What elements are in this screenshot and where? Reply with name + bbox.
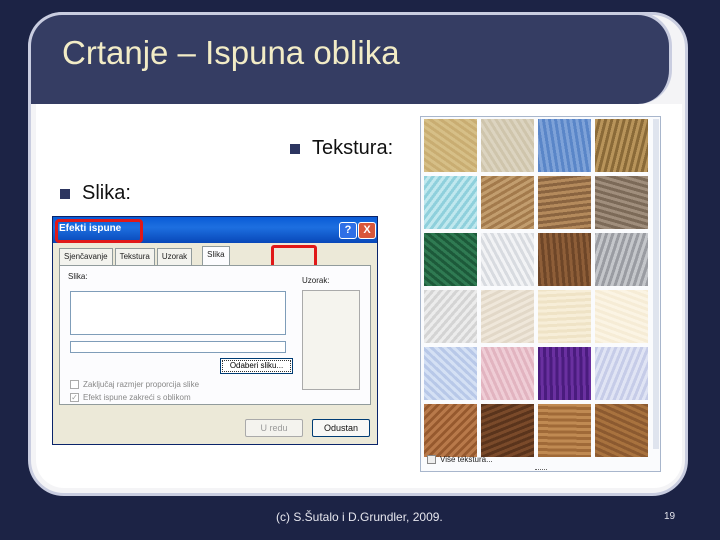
texture-swatch[interactable] [481,233,534,286]
texture-swatch[interactable] [424,119,477,172]
bullet-square-icon [60,188,70,199]
lock-aspect-checkbox[interactable] [70,380,79,389]
tab-sjencavanje[interactable]: Sjenčavanje [59,248,113,265]
bullet-slika-text: Slika: [82,182,131,204]
texture-swatch[interactable] [538,176,591,229]
rotate-fill-checkbox[interactable]: ✓ [70,393,79,402]
lock-aspect-checkbox-row[interactable]: Zaključaj razmjer proporcija slike [70,380,199,389]
bullet-tekstura: Tekstura: [290,137,393,160]
resize-grip-icon[interactable] [535,469,547,471]
rotate-fill-label: Efekt ispune zakreći s oblikom [83,393,191,402]
texture-gallery: Više tekstura... [420,116,661,472]
texture-swatch[interactable] [424,347,477,400]
texture-swatch[interactable] [538,119,591,172]
page-number: 19 [664,511,676,522]
sample-preview [302,290,360,390]
texture-swatch[interactable] [424,233,477,286]
texture-swatch[interactable] [595,347,648,400]
texture-swatch[interactable] [538,404,591,457]
slide-footer: (c) S.Šutalo i D.Grundler, 2009. [276,510,443,524]
texture-swatch[interactable] [481,290,534,343]
texture-swatch[interactable] [481,404,534,457]
texture-swatch[interactable] [595,290,648,343]
texture-swatch[interactable] [424,176,477,229]
tab-tekstura[interactable]: Tekstura [114,248,155,265]
texture-swatch[interactable] [424,290,477,343]
texture-swatch[interactable] [424,404,477,457]
texture-swatch[interactable] [538,233,591,286]
rotate-fill-checkbox-row[interactable]: ✓ Efekt ispune zakreći s oblikom [70,393,191,402]
more-textures-item[interactable]: Više tekstura... [427,455,493,464]
gallery-scrollbar[interactable] [653,119,659,449]
select-picture-button[interactable]: Odaberi sliku... [220,358,293,374]
texture-swatch[interactable] [595,404,648,457]
picture-preview [70,291,286,335]
picture-label: Slika: [68,272,88,281]
lock-aspect-label: Zaključaj razmjer proporcija slike [83,380,200,389]
tab-uzorak[interactable]: Uzorak [156,248,193,265]
dialog-tabs: Sjenčavanje Tekstura Uzorak Slika [59,246,232,266]
texture-icon [427,455,436,464]
texture-swatch[interactable] [538,290,591,343]
texture-swatch[interactable] [481,119,534,172]
bullet-tekstura-text: Tekstura: [312,137,394,159]
fill-effects-dialog: Efekti ispune ? X Sjenčavanje Tekstura U… [52,216,378,445]
cancel-button[interactable]: Odustan [312,419,370,437]
texture-swatch[interactable] [538,347,591,400]
close-icon[interactable]: X [358,222,376,239]
bullet-slika: Slika: [60,182,131,205]
texture-swatch[interactable] [595,119,648,172]
slide-title: Crtanje – Ispuna oblika [62,34,400,71]
texture-grid [424,119,648,457]
tab-slika[interactable]: Slika [202,246,230,265]
texture-swatch[interactable] [481,347,534,400]
bullet-square-icon [290,143,300,154]
tab-pane-slika: Slika: Odaberi sliku... Uzorak: Zaključa… [59,265,371,405]
help-icon[interactable]: ? [339,222,357,239]
more-textures-label: Više tekstura... [440,455,493,464]
sample-label: Uzorak: [302,276,330,285]
ok-button[interactable]: U redu [245,419,303,437]
picture-name-field [70,341,286,353]
texture-swatch[interactable] [595,233,648,286]
texture-swatch[interactable] [481,176,534,229]
texture-swatch[interactable] [595,176,648,229]
title-highlight-box [55,219,143,243]
